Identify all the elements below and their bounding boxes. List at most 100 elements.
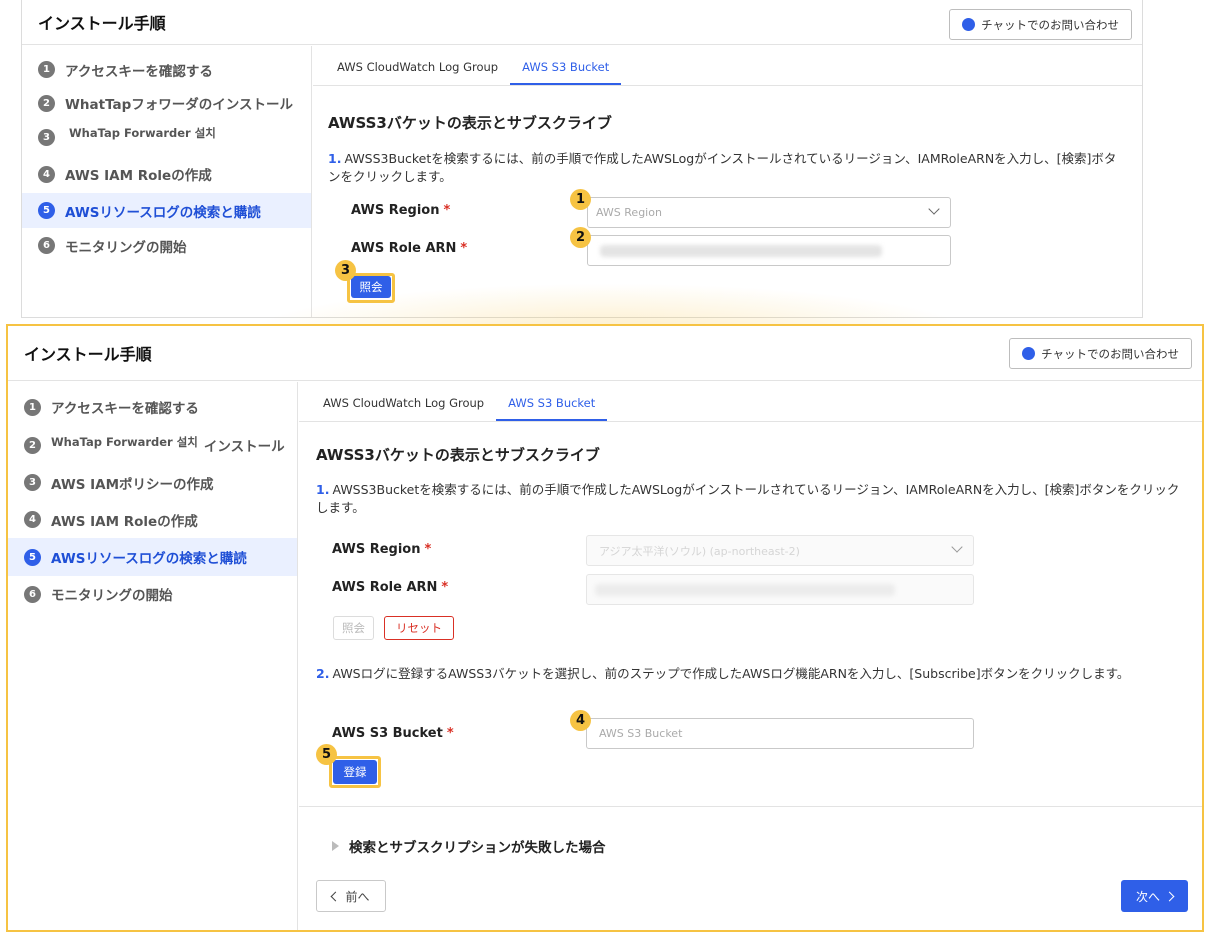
section-title: AWSS3バケットの表示とサブスクライブ — [316, 446, 600, 464]
bottom-panel-header: インストール手順 チャットでのお問い合わせ — [8, 326, 1202, 381]
page-title: インストール手順 — [38, 14, 166, 33]
required-mark: * — [424, 542, 432, 557]
required-mark: * — [441, 580, 449, 595]
step-number: 2 — [24, 436, 41, 454]
region-label: AWS Region * — [332, 542, 431, 557]
step-number: 5 — [24, 548, 41, 566]
step-label: AWS IAMポリシーの作成 — [51, 476, 214, 493]
sidebar-step-5[interactable]: 5 AWSリソースログの検索と購読 — [8, 538, 297, 576]
step-number: 6 — [24, 585, 41, 603]
role-arn-input[interactable] — [586, 574, 974, 605]
tab-s3-bucket[interactable]: AWS S3 Bucket — [510, 60, 622, 85]
tab-bar: AWS CloudWatch Log Group AWS S3 Bucket — [313, 46, 1142, 86]
s3-bucket-input[interactable]: AWS S3 Bucket — [586, 718, 974, 749]
redacted-value — [595, 584, 895, 596]
section-divider — [299, 806, 1202, 807]
chevron-down-icon — [928, 203, 940, 215]
reset-button[interactable]: リセット — [384, 616, 454, 640]
chat-inquiry-button[interactable]: チャットでのお問い合わせ — [949, 9, 1132, 40]
callout-badge-5: 5 — [316, 744, 337, 765]
required-mark: * — [446, 726, 454, 741]
region-label-text: AWS Region — [351, 203, 440, 218]
sidebar-step-3[interactable]: 3 AWS IAMポリシーの作成 — [8, 464, 297, 501]
step-label: WhaTap Forwarder 설치 — [69, 126, 216, 140]
step-number: 1 — [38, 61, 55, 78]
instruction-text: AWSS3Bucketを検索するには、前の手順で作成したAWSLogがインストー… — [316, 482, 1180, 515]
required-mark: * — [460, 241, 468, 256]
prev-button[interactable]: 前へ — [316, 880, 386, 912]
step-number: 3 — [38, 128, 55, 146]
role-arn-label-text: AWS Role ARN — [351, 241, 457, 256]
steps-sidebar: 1 アクセスキーを確認する 2 WhaTap Forwarder 설치 インストール … — [8, 382, 298, 930]
step-label: WhaTap Forwarder 설치 — [51, 435, 198, 449]
callout-badge-2: 2 — [570, 227, 591, 248]
top-install-panel: インストール手順 チャットでのお問い合わせ 1 アクセスキーを確認する 2 What… — [21, 0, 1143, 318]
s3-bucket-placeholder: AWS S3 Bucket — [599, 727, 683, 740]
role-arn-label-text: AWS Role ARN — [332, 580, 438, 595]
section-title: AWSS3バケットの表示とサブスクライブ — [328, 114, 612, 132]
instruction-2: 2. AWSログに登録するAWSS3バケットを選択し、前のステップで作成したAWS… — [316, 665, 1188, 683]
sidebar-step-4[interactable]: 4 AWS IAM Roleの作成 — [8, 501, 297, 538]
chat-icon — [1022, 342, 1036, 360]
sidebar-step-6[interactable]: 6 モニタリングの開始 — [8, 576, 297, 612]
tab-bar: AWS CloudWatch Log Group AWS S3 Bucket — [299, 382, 1202, 422]
steps-sidebar: 1 アクセスキーを確認する 2 WhatTapフォワーダのインストール 3 WhaTa… — [22, 46, 312, 317]
sidebar-step-2[interactable]: 2 WhaTap Forwarder 설치 インストール — [8, 426, 297, 464]
instruction-number: 1. — [316, 482, 330, 497]
chevron-right-icon — [1164, 891, 1175, 901]
step-label-suffix: インストール — [203, 439, 285, 455]
prev-button-label: 前へ — [345, 889, 370, 904]
role-arn-input[interactable] — [587, 235, 951, 266]
instruction-text: AWSログに登録するAWSS3バケットを選択し、前のステップで作成したAWSログ… — [332, 666, 1130, 681]
tab-s3-bucket[interactable]: AWS S3 Bucket — [496, 396, 608, 421]
tab-cloudwatch-log-group[interactable]: AWS CloudWatch Log Group — [325, 60, 510, 85]
register-button[interactable]: 登録 — [333, 760, 377, 784]
s3-bucket-label: AWS S3 Bucket * — [332, 726, 454, 741]
step-number: 3 — [24, 474, 41, 491]
bottom-install-panel: インストール手順 チャットでのお問い合わせ 1 アクセスキーを確認する 2 WhaT… — [6, 324, 1204, 932]
region-label: AWS Region * — [351, 203, 450, 218]
sidebar-step-2[interactable]: 2 WhatTapフォワーダのインストール — [22, 87, 311, 119]
next-button[interactable]: 次へ — [1121, 880, 1188, 912]
region-select[interactable]: アジア太平洋(ソウル) (ap-northeast-2) — [586, 535, 974, 566]
step-number: 4 — [24, 511, 41, 528]
instruction-number: 2. — [316, 666, 330, 681]
step-number: 2 — [38, 94, 55, 112]
chevron-down-icon — [951, 541, 963, 553]
top-main-content: AWS CloudWatch Log Group AWS S3 Bucket A… — [313, 46, 1142, 317]
instruction-number: 1. — [328, 151, 342, 166]
next-button-label: 次へ — [1135, 889, 1160, 904]
tab-cloudwatch-log-group[interactable]: AWS CloudWatch Log Group — [311, 396, 496, 421]
step-label: WhatTapフォワーダのインストール — [65, 97, 294, 113]
s3-bucket-label-text: AWS S3 Bucket — [332, 726, 443, 741]
failure-section-toggle[interactable]: 検索とサブスクリプションが失敗した場合 — [332, 836, 606, 856]
sidebar-step-3[interactable]: 3 WhaTap Forwarder 설치 — [22, 119, 311, 155]
role-arn-label: AWS Role ARN * — [332, 580, 448, 595]
region-select[interactable]: AWS Region — [587, 197, 951, 228]
callout-badge-4: 4 — [570, 710, 591, 731]
chat-button-label: チャットでのお問い合わせ — [1041, 346, 1179, 361]
page-title: インストール手順 — [24, 345, 152, 364]
step-label: AWS IAM Roleの作成 — [51, 513, 198, 530]
chevron-left-icon — [331, 891, 341, 901]
region-value: アジア太平洋(ソウル) (ap-northeast-2) — [599, 544, 800, 558]
required-mark: * — [443, 203, 451, 218]
sidebar-step-1[interactable]: 1 アクセスキーを確認する — [8, 388, 297, 426]
redacted-value — [600, 245, 882, 257]
step-number: 4 — [38, 165, 55, 183]
chat-button-label: チャットでのお問い合わせ — [981, 17, 1119, 32]
step-number: 6 — [38, 237, 55, 254]
chat-inquiry-button[interactable]: チャットでのお問い合わせ — [1009, 338, 1192, 369]
search-button[interactable]: 照会 — [333, 616, 374, 640]
callout-badge-1: 1 — [570, 189, 591, 210]
sidebar-step-6[interactable]: 6 モニタリングの開始 — [22, 228, 311, 263]
caret-right-icon — [332, 841, 339, 851]
step-number: 1 — [24, 398, 41, 416]
instruction-1: 1. AWSS3Bucketを検索するには、前の手順で作成したAWSLogがインス… — [316, 481, 1188, 517]
sidebar-step-4[interactable]: 4 AWS IAM Roleの作成 — [22, 155, 311, 193]
sidebar-step-1[interactable]: 1 アクセスキーを確認する — [22, 52, 311, 87]
bottom-main-content: AWS CloudWatch Log Group AWS S3 Bucket A… — [299, 382, 1202, 930]
step-label: モニタリングの開始 — [65, 239, 187, 256]
sidebar-step-5[interactable]: 5 AWSリソースログの検索と購読 — [22, 193, 311, 228]
step-number: 5 — [38, 202, 55, 219]
